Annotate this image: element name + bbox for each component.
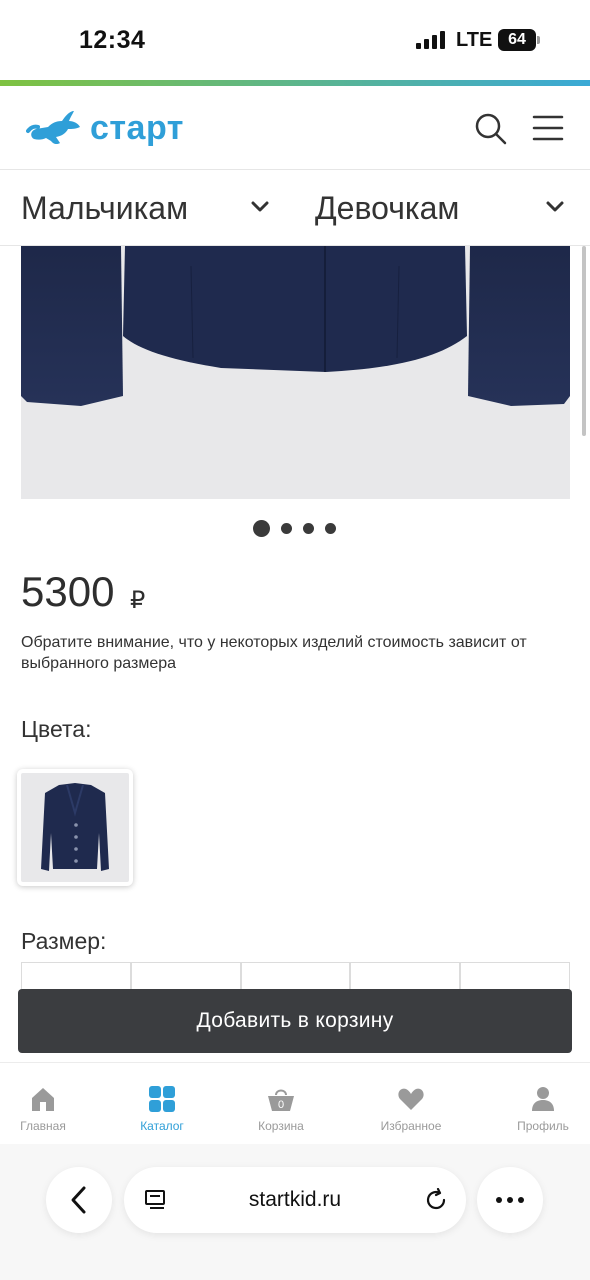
scrollbar[interactable] [582,246,586,436]
nav-label: Каталог [140,1119,184,1133]
search-button[interactable] [474,112,508,146]
site-header: старт [0,86,590,170]
heart-icon [398,1088,424,1110]
cart-badge: 0 [278,1099,284,1111]
nav-home[interactable]: Главная [0,1063,98,1145]
size-options [21,962,570,992]
back-button[interactable] [46,1167,112,1233]
battery-icon: 64 [498,29,536,51]
category-girls[interactable]: Девочкам [315,170,459,246]
gallery-dot-active[interactable] [253,520,270,537]
nav-catalog[interactable]: Каталог [107,1063,217,1145]
color-swatch[interactable] [17,769,133,886]
hamburger-menu-icon [532,115,564,141]
price-currency: ₽ [130,587,146,614]
catalog-grid-icon [149,1086,175,1112]
chevron-down-icon[interactable] [249,196,271,218]
status-time: 12:34 [79,26,146,54]
size-option[interactable] [460,962,570,992]
gallery-dots [0,520,590,538]
gallery-dot[interactable] [281,523,292,534]
category-bar: Мальчикам Девочкам [0,170,590,246]
network-label: LTE [456,29,493,51]
nav-label: Профиль [517,1119,569,1133]
gallery-dot[interactable] [325,523,336,534]
colors-label: Цвета: [21,716,92,742]
signal-icon [416,31,446,49]
search-icon [475,113,507,145]
logo-text: старт [90,108,184,147]
reload-icon[interactable] [424,1188,448,1212]
more-button[interactable] [477,1167,543,1233]
nav-profile[interactable]: Профиль [488,1063,590,1145]
jacket-image [21,246,570,406]
nav-favorites[interactable]: Избранное [356,1063,466,1145]
back-chevron-icon [71,1186,86,1214]
basket-icon: 0 [268,1089,294,1111]
home-icon [32,1088,54,1111]
nav-cart[interactable]: 0 Корзина [226,1063,336,1145]
size-label: Размер: [21,928,107,954]
size-option[interactable] [350,962,461,992]
more-dots-icon [496,1197,524,1203]
nav-label: Корзина [258,1119,304,1133]
url-text: startkid.ru [248,1188,342,1211]
gallery-dot[interactable] [303,523,314,534]
chevron-down-icon[interactable] [544,196,566,218]
size-option[interactable] [21,962,131,992]
bottom-nav: Главная Каталог 0 Корзина Избранное Проф… [0,1062,590,1144]
nav-label: Главная [20,1119,66,1133]
add-to-cart-button[interactable]: Добавить в корзину [18,989,572,1053]
rabbit-logo-icon [26,111,80,145]
jacket-thumbnail [41,783,109,871]
logo[interactable]: старт [26,108,184,148]
product-price: 5300 [21,568,115,615]
price-notice: Обратите внимание, что у некоторых издел… [21,634,527,672]
address-bar[interactable]: startkid.ru [124,1167,466,1233]
profile-icon [532,1087,554,1111]
size-option[interactable] [240,962,351,992]
product-image[interactable] [21,246,570,499]
status-bar: 12:34 LTE 64 [0,0,590,80]
size-option[interactable] [130,962,241,992]
menu-button[interactable] [532,114,564,142]
color-swatch-image [21,773,129,882]
battery-tip [537,36,540,44]
category-boys[interactable]: Мальчикам [21,170,188,246]
nav-label: Избранное [380,1119,442,1133]
